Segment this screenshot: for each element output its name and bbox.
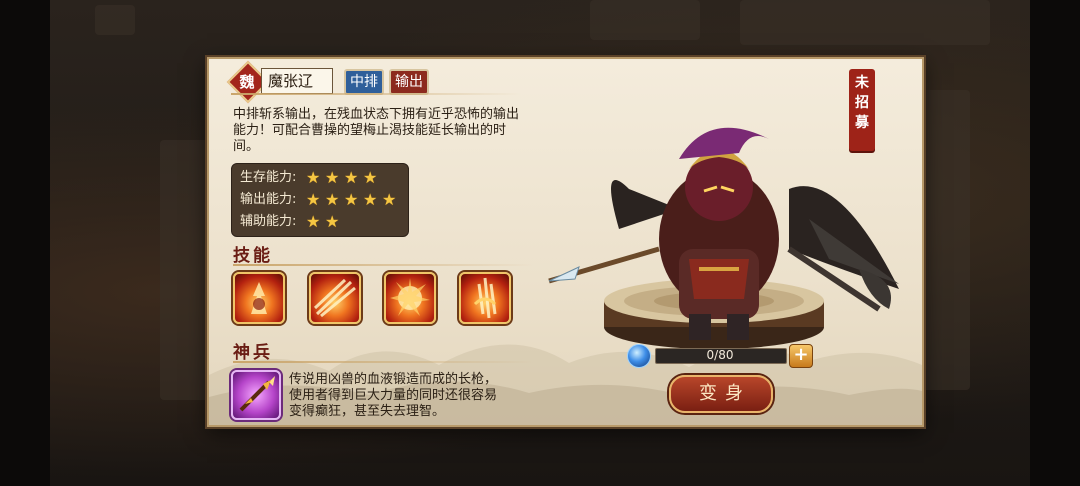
skill-icon-3[interactable]	[384, 272, 436, 324]
skill-icon-4[interactable]	[459, 272, 511, 324]
star-icon: ★	[325, 168, 340, 187]
shard-progress-text: 0/80	[706, 348, 734, 362]
bg-ui-element	[740, 0, 990, 45]
stat-label: 生存能力:	[240, 170, 297, 185]
role-tag: 输出	[389, 69, 429, 95]
stat-label: 辅助能力:	[240, 214, 297, 229]
star-icon: ★	[306, 168, 321, 187]
stat-row-support: 辅助能力:	[240, 211, 296, 233]
position-tag: 中排	[344, 69, 384, 95]
bg-ui-element	[160, 140, 210, 400]
skills-title: 技能	[233, 246, 273, 266]
star-icon: ★	[306, 190, 321, 209]
hero-name: 魔张辽	[261, 68, 333, 94]
hero-detail-panel: 魏 魔张辽 中排 输出 中排斩系输出，在残血状态下拥有近乎恐怖的输出能力！可配合…	[207, 57, 924, 427]
star-icon: ★	[306, 212, 321, 231]
stats-box: 生存能力: ★ ★ ★ ★ 输出能力: ★ ★ ★ ★ ★ 辅助能力: ★ ★	[231, 163, 409, 237]
skill-icon-2[interactable]	[309, 272, 361, 324]
stat-row-survival: 生存能力:	[240, 167, 296, 189]
weapon-divider	[233, 361, 533, 363]
star-icon: ★	[363, 168, 378, 187]
stat-label: 输出能力:	[240, 192, 297, 207]
bg-ui-element	[95, 5, 135, 35]
hero-portrait	[548, 127, 899, 340]
bg-ui-element	[590, 0, 700, 40]
weapon-description: 传说用凶兽的血液锻造而成的长枪，使用者得到巨大力量的同时还很容易变得癫狂，甚至失…	[289, 372, 498, 419]
weapon-icon[interactable]	[231, 370, 281, 420]
star-icon: ★	[344, 168, 359, 187]
header-divider	[231, 93, 521, 95]
star-icon: ★	[363, 190, 378, 209]
skills-divider	[233, 264, 533, 266]
stat-row-damage: 输出能力:	[240, 189, 296, 211]
weapon-title: 神兵	[233, 343, 273, 363]
bg-ui-element	[920, 90, 970, 390]
add-shards-button[interactable]: +	[789, 344, 813, 368]
left-letterbox	[0, 0, 50, 486]
recruit-char: 未	[855, 75, 869, 91]
star-icon: ★	[382, 190, 397, 209]
skill-icon-1[interactable]	[233, 272, 285, 324]
transform-button[interactable]: 变身	[669, 375, 773, 413]
star-icon: ★	[344, 190, 359, 209]
hero-description: 中排斩系输出，在残血状态下拥有近乎恐怖的输出能力！可配合曹操的望梅止渴技能延长输…	[233, 107, 520, 154]
star-icon: ★	[325, 190, 340, 209]
shard-gem-icon	[627, 344, 651, 368]
right-letterbox	[1030, 0, 1080, 486]
star-icon: ★	[325, 212, 340, 231]
